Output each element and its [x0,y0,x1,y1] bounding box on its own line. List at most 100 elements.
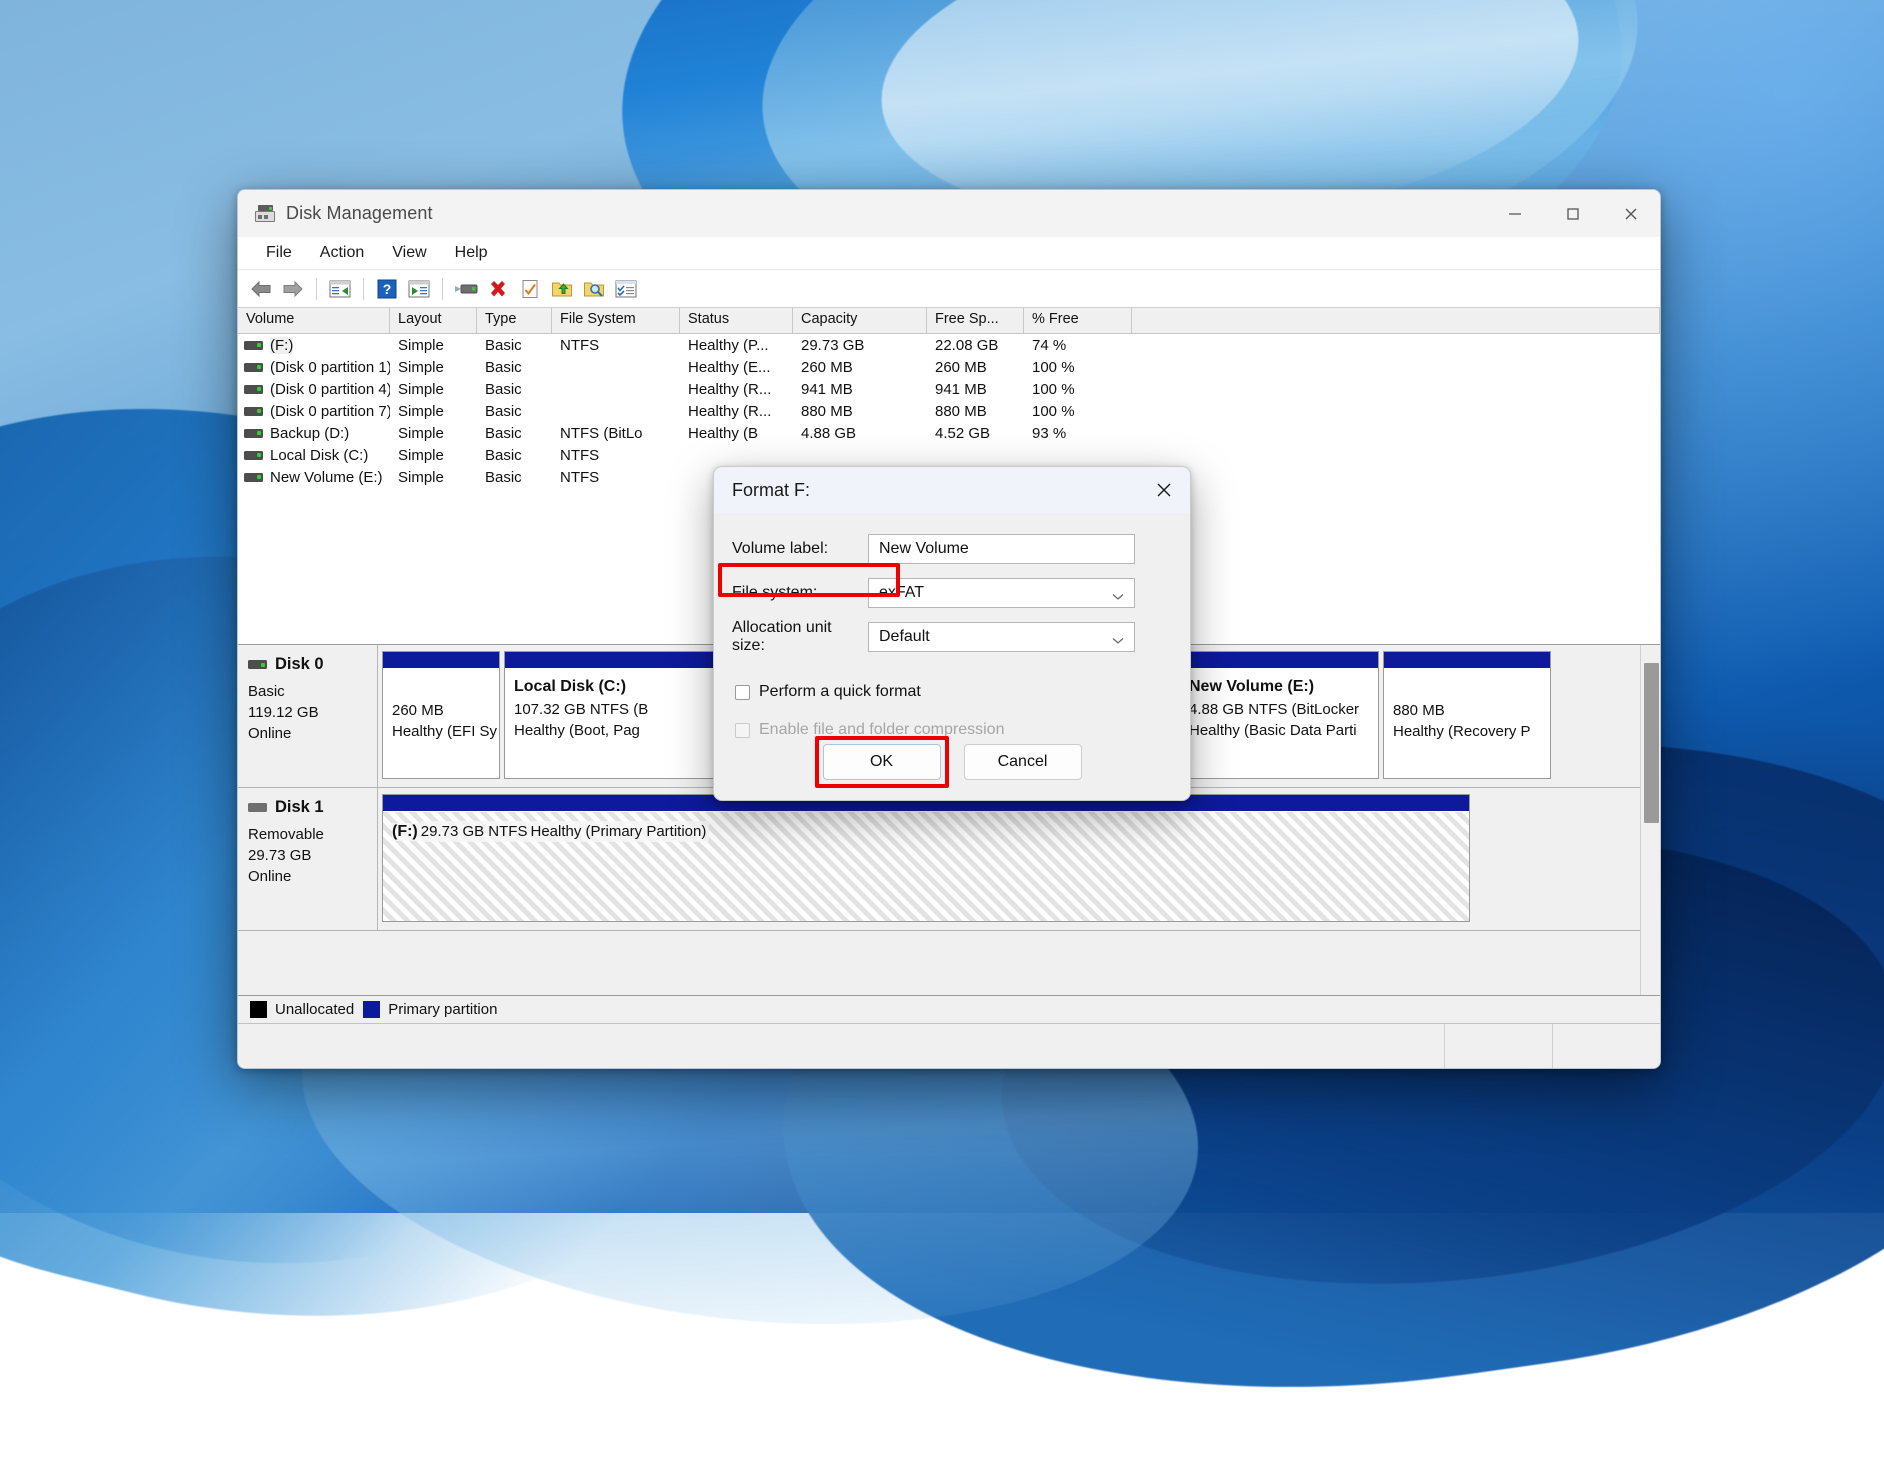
partition-body: Local Disk (C:)107.32 GB NTFS (BHealthy … [505,669,748,778]
cell-capacity: 941 MB [793,381,927,398]
volume-icon [244,451,263,460]
properties-icon[interactable] [515,274,545,304]
graphic-view-scrollbar[interactable] [1640,645,1660,995]
menu-help[interactable]: Help [441,240,502,266]
disk-state: Online [248,866,377,887]
help-icon[interactable]: ? [372,274,402,304]
cell-type: Basic [477,403,552,420]
maximize-button[interactable] [1544,190,1602,237]
quick-format-checkbox[interactable] [735,685,750,700]
new-task-icon[interactable] [611,274,641,304]
volume-name: (Disk 0 partition 1) [270,359,390,376]
minimize-button[interactable] [1486,190,1544,237]
cell-status: Healthy (R... [680,381,793,398]
column-header-percent-free[interactable]: % Free [1024,308,1132,333]
window-titlebar[interactable]: Disk Management [238,190,1660,237]
cell-layout: Simple [390,381,477,398]
allocation-unit-size-row: Allocation unit size: Default [714,615,1190,659]
column-header-volume[interactable]: Volume [238,308,390,333]
disk-row: Disk 1Removable29.73 GBOnline(F:)29.73 G… [238,788,1660,931]
back-icon[interactable] [246,274,276,304]
close-button[interactable] [1602,190,1660,237]
disk-name: Disk 1 [275,798,324,817]
cell-filesystem: NTFS [552,447,680,464]
delete-icon[interactable] [483,274,513,304]
partition-line1: 29.73 GB NTFS [421,821,531,842]
cell-volume: (Disk 0 partition 1) [238,359,390,376]
cell-capacity: 29.73 GB [793,337,927,354]
allocation-unit-size-value: Default [879,628,930,646]
cell-free: 941 MB [927,381,1024,398]
table-row[interactable]: Local Disk (C:)SimpleBasicNTFS [238,444,1660,466]
column-header-type[interactable]: Type [477,308,552,333]
volume-label-input[interactable]: New Volume [868,534,1135,564]
volume-icon [244,363,263,372]
window-title: Disk Management [286,203,433,224]
column-header-file-system[interactable]: File System [552,308,680,333]
format-dialog-titlebar[interactable]: Format F: [714,467,1190,513]
cell-free: 880 MB [927,403,1024,420]
cell-layout: Simple [390,425,477,442]
cell-status: Healthy (B [680,425,793,442]
column-header-layout[interactable]: Layout [390,308,477,333]
column-header-blank[interactable] [1132,308,1660,333]
status-bar-message [238,1024,1444,1068]
volume-label-caption: Volume label: [732,540,868,558]
cell-pct: 74 % [1024,337,1132,354]
partition-line1: 4.88 GB NTFS (BitLocker [1189,699,1378,720]
file-system-caption: File system: [732,584,868,602]
volume-icon [244,341,263,350]
column-header-status[interactable]: Status [680,308,793,333]
cell-free: 22.08 GB [927,337,1024,354]
volume-name: (Disk 0 partition 7) [270,403,390,420]
table-row[interactable]: Backup (D:)SimpleBasicNTFS (BitLoHealthy… [238,422,1660,444]
cell-status: Healthy (R... [680,403,793,420]
close-icon[interactable] [1138,467,1190,513]
volume-name: (Disk 0 partition 4) [270,381,390,398]
quick-format-checkbox-row[interactable]: Perform a quick format [714,677,1190,707]
forward-icon[interactable] [278,274,308,304]
disk-info-panel[interactable]: Disk 0Basic119.12 GBOnline [238,645,378,787]
table-row[interactable]: (F:)SimpleBasicNTFSHealthy (P...29.73 GB… [238,334,1660,356]
legend-swatch-primary-partition [363,1001,380,1018]
ok-button[interactable]: OK [823,744,941,780]
chevron-down-icon [1112,588,1124,606]
table-row[interactable]: (Disk 0 partition 4)SimpleBasicHealthy (… [238,378,1660,400]
svg-text:?: ? [383,281,392,297]
export-list-icon[interactable] [547,274,577,304]
menu-file[interactable]: File [252,240,306,266]
partition-block[interactable]: New Volume (E:)4.88 GB NTFS (BitLockerHe… [1179,651,1379,779]
file-system-select[interactable]: exFAT [868,578,1135,608]
scrollbar-thumb[interactable] [1644,663,1659,823]
partition-color-bar [505,652,748,669]
show-hide-action-pane-icon[interactable] [404,274,434,304]
disk-name: Disk 0 [275,655,324,674]
column-header-free-space[interactable]: Free Sp... [927,308,1024,333]
partition-block[interactable]: 260 MBHealthy (EFI Sy [382,651,500,779]
find-icon[interactable] [579,274,609,304]
cancel-button[interactable]: Cancel [964,744,1082,780]
window-controls [1486,190,1660,237]
cell-capacity: 880 MB [793,403,927,420]
disk-name-row: Disk 0 [248,655,377,674]
toolbar-separator [363,278,364,300]
table-row[interactable]: (Disk 0 partition 7)SimpleBasicHealthy (… [238,400,1660,422]
format-dialog-title: Format F: [732,480,810,501]
show-hide-console-tree-icon[interactable] [325,274,355,304]
partition-line1: 260 MB [392,700,499,721]
rescan-disks-icon[interactable] [451,274,481,304]
cell-volume: Local Disk (C:) [238,447,390,464]
cell-capacity: 4.88 GB [793,425,927,442]
partition-block[interactable]: 880 MBHealthy (Recovery P [1383,651,1551,779]
column-header-capacity[interactable]: Capacity [793,308,927,333]
allocation-unit-size-select[interactable]: Default [868,622,1135,652]
table-row[interactable]: (Disk 0 partition 1)SimpleBasicHealthy (… [238,356,1660,378]
cell-capacity: 260 MB [793,359,927,376]
partition-block[interactable]: (F:)29.73 GB NTFSHealthy (Primary Partit… [382,794,1470,922]
cell-free: 260 MB [927,359,1024,376]
cell-filesystem: NTFS [552,337,680,354]
compression-label: Enable file and folder compression [759,721,1004,739]
disk-info-panel[interactable]: Disk 1Removable29.73 GBOnline [238,788,378,930]
menu-action[interactable]: Action [306,240,378,266]
menu-view[interactable]: View [378,240,440,266]
